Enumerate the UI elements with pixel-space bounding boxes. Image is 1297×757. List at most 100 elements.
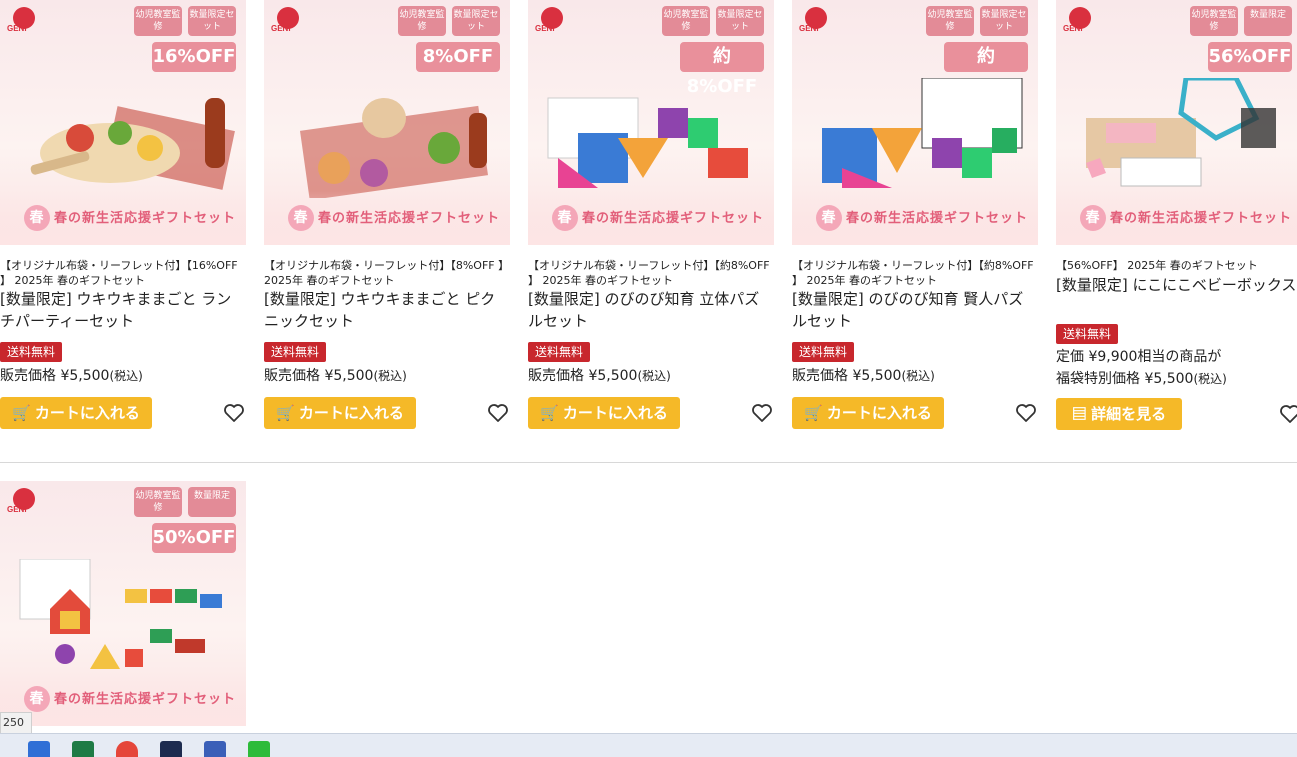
product-card: GENI 幼児教室監修 数量限定セット 約8%OFF 春春の新生活応援ギフトセッ… xyxy=(792,0,1038,431)
toy-illustration xyxy=(30,98,235,190)
product-image[interactable]: GENI 幼児教室監修 数量限定セット 16%OFF 春春の新生活応援ギフトセッ… xyxy=(0,0,246,245)
product-card: GENI 幼児教室監修 数量限定セット 約8%OFF 春春の新生活応援ギフトセッ… xyxy=(528,0,774,431)
banner-text: 春春の新生活応援ギフトセット xyxy=(816,205,1028,231)
product-name[interactable]: [数量限定] のびのび知育 立体パズルセット xyxy=(528,288,774,334)
detail-button-label: 詳細を見る xyxy=(1091,406,1167,423)
banner-text: 春春の新生活応援ギフトセット xyxy=(288,205,500,231)
image-discount: 8%OFF xyxy=(416,42,500,72)
excel-icon[interactable] xyxy=(72,741,94,757)
cart-icon: 🛒 xyxy=(540,405,559,422)
free-shipping-badge: 送料無料 xyxy=(0,342,63,362)
image-discount: 約8%OFF xyxy=(680,42,764,97)
banner: 春春の新生活応援ギフトセット xyxy=(0,191,246,245)
teams-icon[interactable] xyxy=(204,741,226,757)
banner-text: 春春の新生活応援ギフトセット xyxy=(1080,205,1292,231)
line-icon[interactable] xyxy=(248,741,270,757)
price-tax: (税込) xyxy=(373,369,407,383)
calendar-icon[interactable] xyxy=(28,741,50,757)
list-price: 定価 ¥9,900相当の商品が xyxy=(1056,349,1222,365)
haru-icon: 春 xyxy=(816,205,842,231)
product-card: GENI 幼児教室監修 数量限定 56%OFF 春春の新生活応援ギフトセット 【… xyxy=(1056,0,1297,432)
svg-text:GENI: GENI xyxy=(799,24,819,32)
free-shipping-badge: 送料無料 xyxy=(1056,324,1119,344)
haru-icon: 春 xyxy=(1080,205,1106,231)
banner-label: 春の新生活応援ギフトセット xyxy=(846,211,1029,226)
product-image[interactable]: GENI 幼児教室監修 数量限定セット 約8%OFF 春春の新生活応援ギフトセッ… xyxy=(528,0,774,245)
image-discount: 56%OFF xyxy=(1208,42,1292,72)
price-value: 販売価格 ¥5,500 xyxy=(528,368,638,384)
app-icon[interactable] xyxy=(160,741,182,757)
product-price: 販売価格 ¥5,500(税込) xyxy=(0,365,246,387)
product-category: 【オリジナル布袋・リーフレット付】【約8%OFF 】 2025年 春のギフトセッ… xyxy=(792,259,1034,287)
detail-icon: ▤ xyxy=(1071,406,1087,423)
geni-logo: GENI xyxy=(7,488,35,513)
image-badge-limited: 数量限定 xyxy=(1244,6,1292,36)
product-image[interactable]: GENI 幼児教室監修 数量限定 50%OFF 春春の新生活応援ギフトセット xyxy=(0,481,246,726)
haru-icon: 春 xyxy=(288,205,314,231)
image-discount: 約8%OFF xyxy=(944,42,1028,97)
heart-icon[interactable] xyxy=(1014,401,1038,425)
geni-logo: GENI xyxy=(799,7,827,32)
product-image[interactable]: GENI 幼児教室監修 数量限定セット 約8%OFF 春春の新生活応援ギフトセッ… xyxy=(792,0,1038,245)
cart-button-label: カートに入れる xyxy=(34,405,140,422)
product-name[interactable]: [数量限定] のびのび知育 賢人パズルセット xyxy=(792,288,1038,334)
product-actions: ▤ 詳細を見る xyxy=(1056,398,1297,432)
price-tax: (税込) xyxy=(901,369,935,383)
banner-label: 春の新生活応援ギフトセット xyxy=(1110,211,1293,226)
cart-icon: 🛒 xyxy=(12,405,31,422)
taskbar xyxy=(0,733,1297,757)
image-badge-supervised: 幼児教室監修 xyxy=(134,6,182,36)
price-value: 福袋特別価格 ¥5,500 xyxy=(1056,371,1194,387)
price-tax: (税込) xyxy=(637,369,671,383)
banner: 春春の新生活応援ギフトセット xyxy=(1056,191,1297,245)
cart-button-label: カートに入れる xyxy=(826,405,932,422)
image-badge-supervised: 幼児教室監修 xyxy=(398,6,446,36)
chrome-icon[interactable] xyxy=(116,741,138,757)
price-value: 販売価格 ¥5,500 xyxy=(0,368,110,384)
geni-logo: GENI xyxy=(7,7,35,32)
add-to-cart-button[interactable]: 🛒 カートに入れる xyxy=(0,397,152,429)
banner-label: 春の新生活応援ギフトセット xyxy=(582,211,765,226)
add-to-cart-button[interactable]: 🛒 カートに入れる xyxy=(264,397,416,429)
free-shipping-badge: 送料無料 xyxy=(792,342,855,362)
cart-button-label: カートに入れる xyxy=(562,405,668,422)
heart-icon[interactable] xyxy=(486,401,510,425)
heart-icon[interactable] xyxy=(750,401,774,425)
price-value: 販売価格 ¥5,500 xyxy=(792,368,902,384)
product-price: 販売価格 ¥5,500(税込) xyxy=(264,365,510,387)
image-badge-supervised: 幼児教室監修 xyxy=(662,6,710,36)
add-to-cart-button[interactable]: 🛒 カートに入れる xyxy=(528,397,680,429)
svg-text:GENI: GENI xyxy=(271,24,291,32)
product-card: GENI 幼児教室監修 数量限定 50%OFF 春春の新生活応援ギフトセット xyxy=(0,481,246,726)
product-category: 【オリジナル布袋・リーフレット付】【約8%OFF 】 2025年 春のギフトセッ… xyxy=(528,259,770,287)
banner-label: 春の新生活応援ギフトセット xyxy=(54,692,237,707)
image-badge-supervised: 幼児教室監修 xyxy=(926,6,974,36)
image-badge-limited: 数量限定セット xyxy=(188,6,236,36)
banner-text: 春春の新生活応援ギフトセット xyxy=(552,205,764,231)
product-image[interactable]: GENI 幼児教室監修 数量限定 56%OFF 春春の新生活応援ギフトセット xyxy=(1056,0,1297,245)
svg-text:GENI: GENI xyxy=(535,24,555,32)
product-card: GENI 幼児教室監修 数量限定セット 16%OFF 春春の新生活応援ギフトセッ… xyxy=(0,0,246,431)
product-image[interactable]: GENI 幼児教室監修 数量限定セット 8%OFF 春春の新生活応援ギフトセット xyxy=(264,0,510,245)
add-to-cart-button[interactable]: 🛒 カートに入れる xyxy=(792,397,944,429)
product-price: 福袋特別価格 ¥5,500(税込) xyxy=(1056,368,1297,390)
image-discount: 50%OFF xyxy=(152,523,236,553)
geni-logo: GENI xyxy=(271,7,299,32)
banner-text: 春春の新生活応援ギフトセット xyxy=(24,205,236,231)
product-name[interactable]: [数量限定] にこにこベビーボックス xyxy=(1056,274,1297,320)
product-name[interactable]: [数量限定] ウキウキままごと ランチパーティーセット xyxy=(0,288,246,334)
banner-label: 春の新生活応援ギフトセット xyxy=(54,211,237,226)
heart-icon[interactable] xyxy=(222,401,246,425)
toy-illustration xyxy=(300,98,488,198)
heart-icon[interactable] xyxy=(1278,402,1297,426)
product-category: 【オリジナル布袋・リーフレット付】【8%OFF 】 2025年 春のギフトセット xyxy=(264,259,510,287)
geni-logo: GENI xyxy=(1063,7,1091,32)
svg-text:GENI: GENI xyxy=(7,505,27,513)
banner: 春春の新生活応援ギフトセット xyxy=(0,672,246,726)
haru-icon: 春 xyxy=(24,686,50,712)
image-badge-limited: 数量限定 xyxy=(188,487,236,517)
toy-illustration xyxy=(1086,78,1276,187)
view-details-button[interactable]: ▤ 詳細を見る xyxy=(1056,398,1182,430)
product-name[interactable]: [数量限定] ウキウキままごと ピクニックセット xyxy=(264,288,510,334)
image-badge-limited: 数量限定セット xyxy=(452,6,500,36)
